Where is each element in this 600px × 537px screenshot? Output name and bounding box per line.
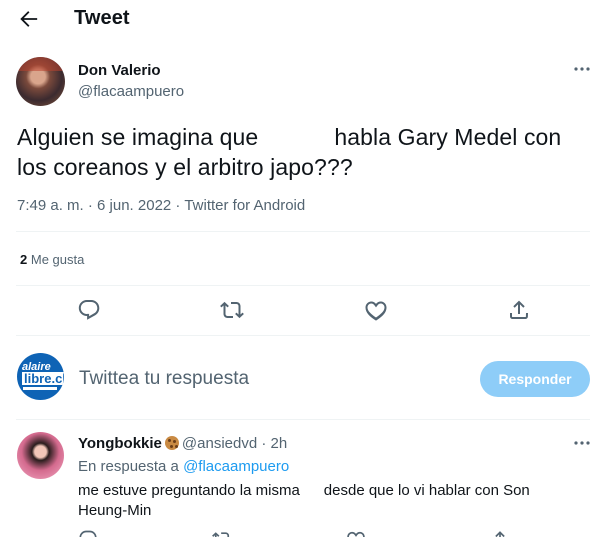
reply-handle[interactable]: @ansiedvd — [182, 435, 257, 452]
replying-prefix: En respuesta a — [78, 458, 179, 475]
more-options-icon[interactable] — [572, 62, 592, 76]
divider — [16, 285, 590, 286]
like-icon — [365, 301, 387, 321]
reply-reply-button[interactable] — [78, 529, 98, 537]
reply-display-name[interactable]: Yongbokkie — [78, 435, 162, 452]
tweet-meta[interactable]: 7:49 a. m. · 6 jun. 2022 · Twitter for A… — [17, 197, 305, 214]
retweet-button[interactable] — [220, 298, 244, 322]
like-button[interactable] — [364, 298, 388, 322]
likes-count[interactable]: 2 Me gusta — [20, 252, 84, 267]
retweet-icon — [220, 301, 244, 319]
like-icon — [347, 531, 365, 537]
more-options-icon[interactable] — [572, 436, 592, 450]
reply-time[interactable]: 2h — [271, 435, 288, 452]
retweet-icon — [212, 532, 230, 537]
divider — [16, 231, 590, 232]
reply-submit-button[interactable]: Responder — [480, 361, 590, 397]
divider — [16, 419, 590, 420]
reply-text: me estuve preguntando la misma desde que … — [78, 481, 578, 521]
current-user-avatar[interactable]: alaire libre.cl — [17, 353, 64, 400]
divider — [16, 335, 590, 336]
reply-header: Yongbokkie @ansiedvd · 2h — [78, 434, 287, 452]
arrow-left-icon[interactable] — [17, 8, 39, 30]
author-display-name[interactable]: Don Valerio — [78, 62, 161, 79]
tweet-text-part1: Alguien se imagina que — [17, 124, 259, 150]
replying-to-link[interactable]: @flacaampuero — [183, 458, 289, 475]
avatar-logo-text-bottom: libre.cl — [22, 372, 64, 385]
tweet-text-part2: habla Gary Medel con — [334, 124, 562, 150]
reply-text-part2: desde que lo vi hablar con Son — [323, 482, 530, 499]
avatar-logo-bar — [23, 387, 57, 390]
share-button[interactable] — [507, 298, 531, 322]
reply-text-part1: me estuve preguntando la misma — [78, 482, 300, 499]
reply-retweet-button[interactable] — [212, 529, 232, 537]
reply-share-button[interactable] — [490, 529, 510, 537]
tweet-text: Alguien se imagina que habla Gary Medel c… — [17, 122, 587, 182]
reply-icon — [79, 530, 97, 537]
author-avatar[interactable] — [16, 57, 65, 106]
replying-to: En respuesta a @flacaampuero — [78, 458, 289, 475]
author-handle[interactable]: @flacaampuero — [78, 83, 184, 100]
separator-dot: · — [261, 435, 267, 452]
reply-icon — [78, 300, 100, 320]
reply-button[interactable] — [77, 298, 101, 322]
cookie-emoji-icon — [164, 436, 179, 450]
share-icon — [510, 300, 528, 319]
reply-author-avatar[interactable] — [17, 432, 64, 479]
share-icon — [495, 531, 505, 537]
tweet-text-line2: los coreanos y el arbitro japo??? — [17, 154, 353, 180]
tweet-header: Tweet — [0, 0, 600, 40]
page-title: Tweet — [74, 7, 130, 29]
reply-text-line2: Heung-Min — [78, 502, 152, 519]
reply-like-button[interactable] — [346, 529, 366, 537]
likes-label: Me gusta — [30, 252, 85, 267]
likes-number: 2 — [20, 252, 28, 267]
reply-input[interactable]: Twittea tu respuesta — [79, 368, 249, 390]
